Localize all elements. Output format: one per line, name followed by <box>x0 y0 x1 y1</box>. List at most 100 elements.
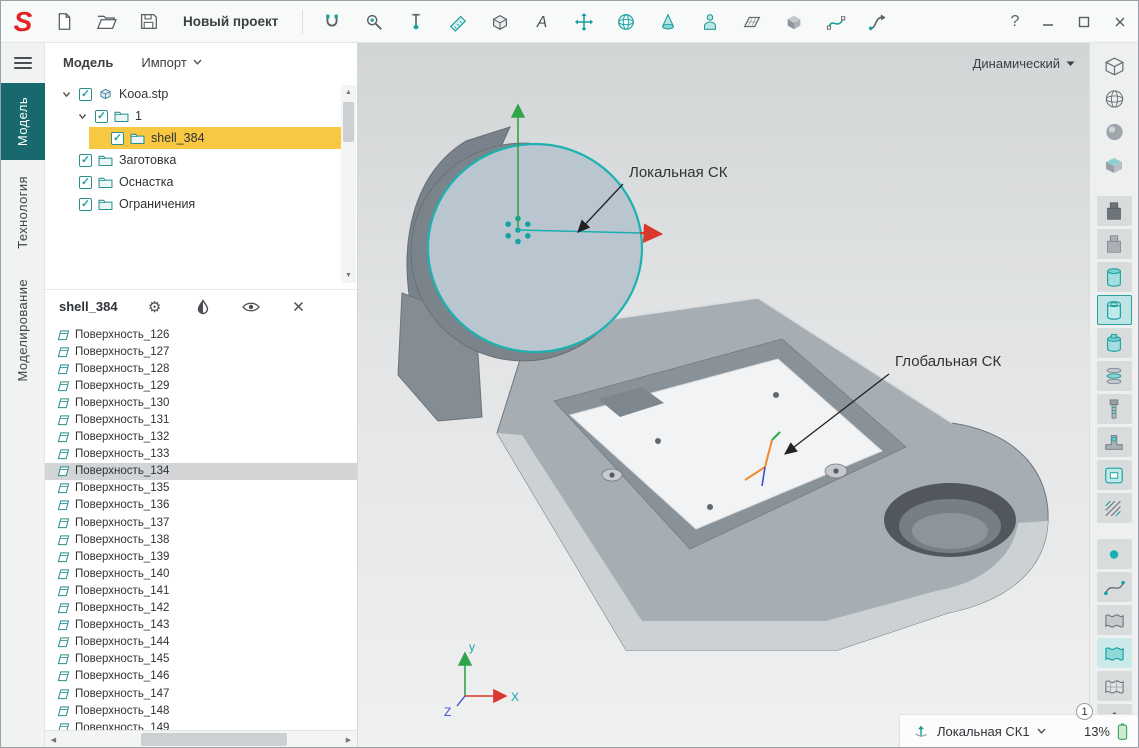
scroll-left-arrow[interactable]: ◀ <box>45 731 62 748</box>
surface-list-item[interactable]: Поверхность_141 <box>45 582 357 599</box>
curve-redirect-button[interactable] <box>859 5 897 39</box>
surface-horizontal-scrollbar[interactable]: ◀ ▶ <box>45 730 357 747</box>
tree-item-body[interactable]: ✓1 <box>73 105 339 127</box>
surface-list-item[interactable]: Поверхность_133 <box>45 446 357 463</box>
surface-list-item[interactable]: Поверхность_149 <box>45 719 357 730</box>
save-project-button[interactable] <box>129 5 167 39</box>
move-tool-button[interactable] <box>565 5 603 39</box>
workpiece-bolt-button[interactable] <box>1097 394 1132 424</box>
surface-list-item[interactable]: Поверхность_131 <box>45 411 357 428</box>
checkbox[interactable]: ✓ <box>79 198 92 211</box>
solid-body-button[interactable] <box>775 5 813 39</box>
surface-selected-tool-button[interactable] <box>1097 638 1132 668</box>
surface-list-item[interactable]: Поверхность_132 <box>45 429 357 446</box>
surface-list-item[interactable]: Поверхность_140 <box>45 565 357 582</box>
probe-button[interactable] <box>397 5 435 39</box>
view-shaded-sphere-button[interactable] <box>1097 117 1132 147</box>
expander-chevron-icon[interactable] <box>75 112 89 121</box>
tree-item[interactable]: ✓Ограничения <box>45 193 357 215</box>
surface-list-item[interactable]: Поверхность_142 <box>45 600 357 617</box>
notification-badge[interactable]: 1 <box>1076 703 1093 720</box>
scroll-up-arrow[interactable]: ▲ <box>341 85 356 100</box>
surface-list-item[interactable]: Поверхность_134 <box>45 463 357 480</box>
expander-chevron-icon[interactable] <box>59 90 73 99</box>
inspect-button[interactable] <box>355 5 393 39</box>
curve-tool-button[interactable] <box>1097 572 1132 602</box>
tree-item-body[interactable]: ✓Оснастка <box>57 171 339 193</box>
surface-list-item[interactable]: Поверхность_146 <box>45 668 357 685</box>
shading-droplet-button[interactable] <box>192 296 214 318</box>
measure-button[interactable] <box>439 5 477 39</box>
tree-item-body[interactable]: ✓Kooa.stp <box>57 83 339 105</box>
tree-item[interactable]: ✓Оснастка <box>45 171 357 193</box>
view-wireframe-button[interactable] <box>1097 51 1132 81</box>
surface-list-item[interactable]: Поверхность_135 <box>45 480 357 497</box>
panel-tab-import[interactable]: Импорт <box>141 55 201 70</box>
surface-list-item[interactable]: Поверхность_145 <box>45 651 357 668</box>
tree-vertical-scrollbar[interactable]: ▲ ▼ <box>341 85 356 283</box>
surface-list-item[interactable]: Поверхность_143 <box>45 617 357 634</box>
surface-list-item[interactable]: Поверхность_136 <box>45 497 357 514</box>
workpiece-sleeve-button[interactable] <box>1097 328 1132 358</box>
view-shaded-box-button[interactable] <box>1097 150 1132 180</box>
surface-list-item[interactable]: Поверхность_128 <box>45 360 357 377</box>
view-mesh-sphere-button[interactable] <box>1097 84 1132 114</box>
surface-list-item[interactable]: Поверхность_148 <box>45 702 357 719</box>
hamburger-menu-button[interactable] <box>1 43 45 83</box>
disc-selected-face[interactable] <box>428 144 642 352</box>
surface-mesh-tool-button[interactable] <box>1097 671 1132 701</box>
help-button[interactable]: ? <box>1000 5 1030 39</box>
minimize-button[interactable] <box>1030 1 1066 43</box>
surface-list-item[interactable]: Поверхность_144 <box>45 634 357 651</box>
chevron-down-icon[interactable] <box>1037 728 1046 734</box>
tree-item[interactable]: ✓Заготовка <box>45 149 357 171</box>
surface-list-item[interactable]: Поверхность_130 <box>45 394 357 411</box>
side-tab-model[interactable]: Модель <box>1 83 45 160</box>
workpiece-disks-button[interactable] <box>1097 361 1132 391</box>
open-project-button[interactable] <box>87 5 125 39</box>
viewport-3d[interactable]: Динамический <box>358 43 1089 747</box>
surface-list-item[interactable]: Поверхность_127 <box>45 343 357 360</box>
surface-list-item[interactable]: Поверхность_126 <box>45 326 357 343</box>
surface-list-item[interactable]: Поверхность_138 <box>45 531 357 548</box>
close-button[interactable] <box>1102 1 1138 43</box>
tree-item[interactable]: ✓1 <box>45 105 357 127</box>
workpiece-flange-dark-button[interactable] <box>1097 196 1132 226</box>
workpiece-flange-button[interactable] <box>1097 229 1132 259</box>
checkbox[interactable]: ✓ <box>95 110 108 123</box>
text-primitive-button[interactable]: A <box>523 5 561 39</box>
checkbox[interactable]: ✓ <box>79 176 92 189</box>
view-mode-dropdown[interactable]: Динамический <box>973 56 1075 71</box>
side-tab-technology[interactable]: Технология <box>1 162 45 263</box>
workpiece-shell-button[interactable] <box>1097 295 1132 325</box>
tree-item-body[interactable]: ✓Заготовка <box>57 149 339 171</box>
checkbox[interactable]: ✓ <box>111 132 124 145</box>
new-project-button[interactable] <box>45 5 83 39</box>
checkbox[interactable]: ✓ <box>79 88 92 101</box>
point-tool-button[interactable] <box>1097 539 1132 569</box>
side-tab-modeling[interactable]: Моделирование <box>1 265 45 395</box>
scroll-thumb[interactable] <box>343 102 354 142</box>
mesh-surface-button[interactable] <box>733 5 771 39</box>
settings-gear-button[interactable]: ⚙ <box>144 296 166 318</box>
sphere-primitive-button[interactable] <box>607 5 645 39</box>
checkbox[interactable]: ✓ <box>79 154 92 167</box>
pocket-button[interactable] <box>1097 460 1132 490</box>
surface-list-item[interactable]: Поверхность_137 <box>45 514 357 531</box>
box-primitive-button[interactable] <box>481 5 519 39</box>
close-detail-button[interactable] <box>288 296 310 318</box>
hatch-button[interactable] <box>1097 493 1132 523</box>
scroll-thumb[interactable] <box>141 733 287 746</box>
maximize-button[interactable] <box>1066 1 1102 43</box>
surface-tool-button[interactable] <box>1097 605 1132 635</box>
revolve-tool-button[interactable] <box>649 5 687 39</box>
active-cs-label[interactable]: Локальная СК1 <box>937 724 1030 739</box>
workpiece-cylinder-button[interactable] <box>1097 262 1132 292</box>
tree-item[interactable]: ✓shell_384 <box>45 127 357 149</box>
import-model-button[interactable] <box>313 5 351 39</box>
surface-list-item[interactable]: Поверхность_139 <box>45 548 357 565</box>
surface-list-item[interactable]: Поверхность_129 <box>45 377 357 394</box>
figure-tool-button[interactable] <box>691 5 729 39</box>
tree-item[interactable]: ✓Kooa.stp <box>45 83 357 105</box>
spline-tool-button[interactable] <box>817 5 855 39</box>
